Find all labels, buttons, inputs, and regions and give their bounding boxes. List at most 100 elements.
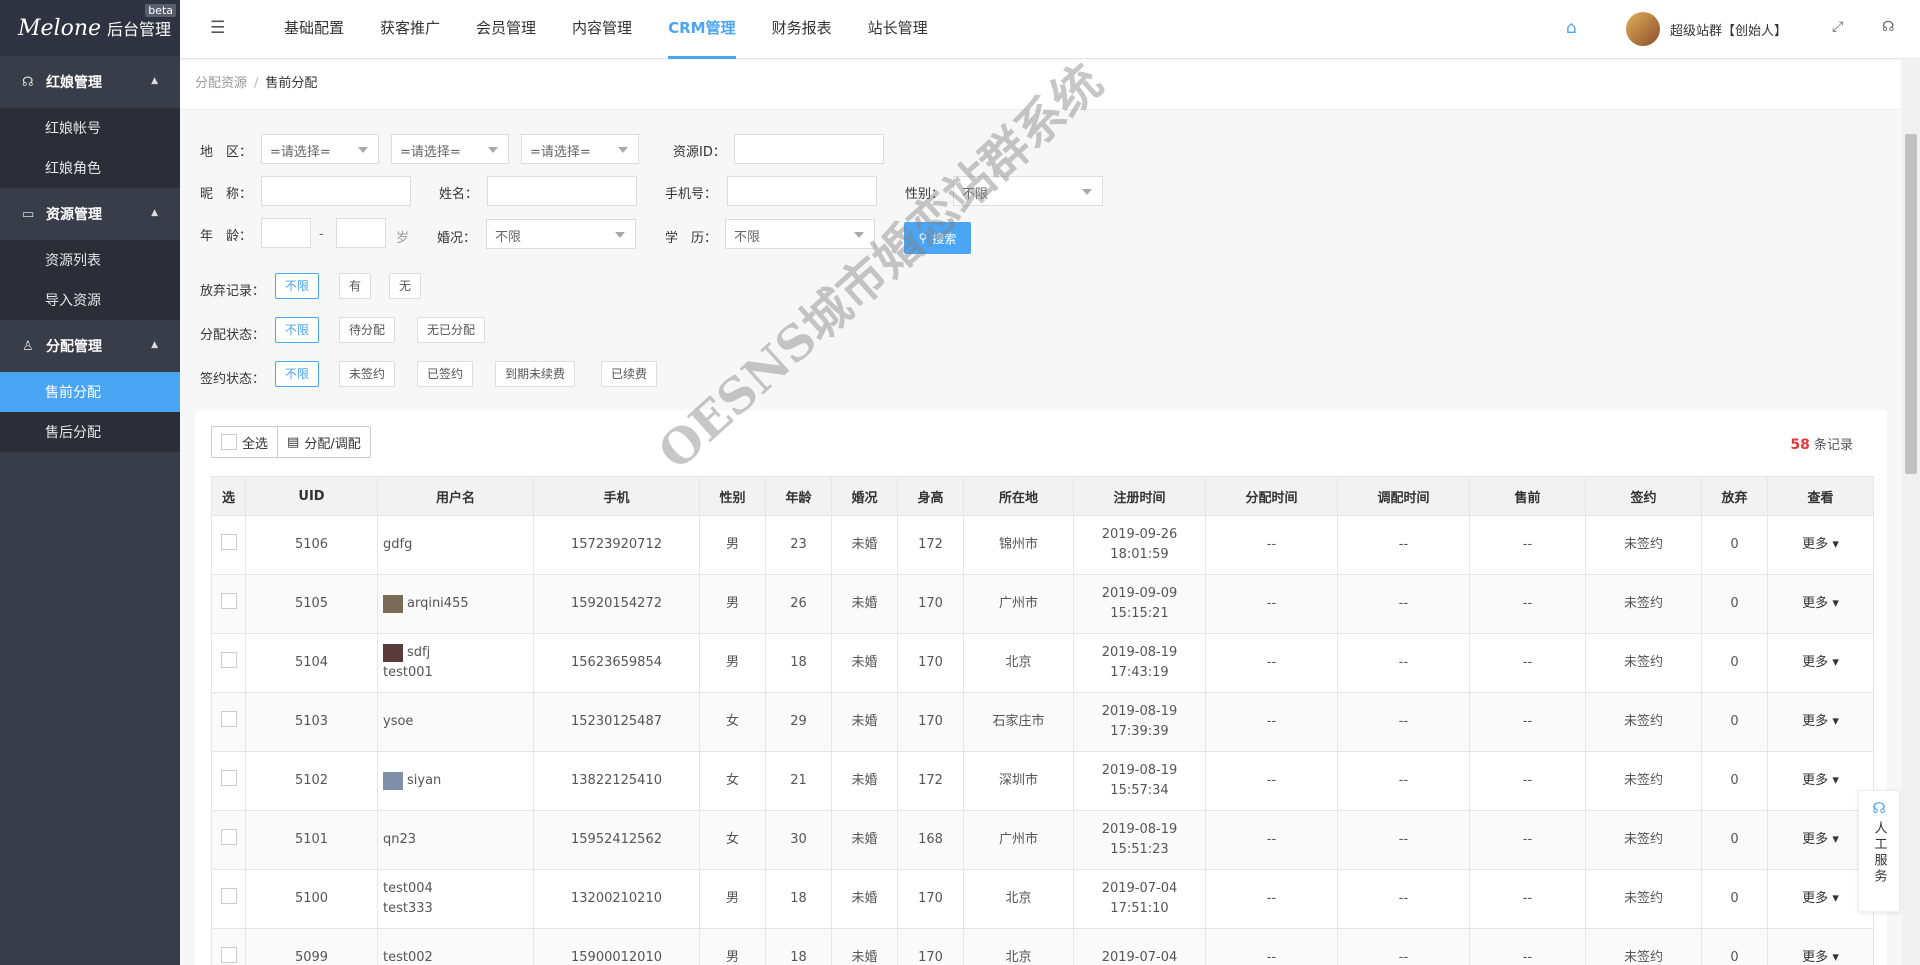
headset-icon[interactable]: ☊ [1882,19,1894,35]
row-select[interactable] [212,575,246,634]
nav-tab[interactable]: 会员管理 [458,0,554,59]
sign-status-option[interactable]: 已续费 [601,361,657,387]
table-row[interactable]: 5103 ysoe 15230125487 女 29 未婚 170 石家庄市 2… [212,693,1874,752]
marital-label: 婚况： [437,227,476,246]
gender-select[interactable]: 不限 [953,176,1103,206]
marital-select[interactable]: 不限 [486,219,636,249]
more-label: 更多 [1802,714,1828,729]
row-select[interactable] [212,752,246,811]
city-select[interactable]: =请选择= [391,134,509,164]
sidebar-group[interactable]: ☊红娘管理▲ [0,56,180,108]
more-dropdown[interactable]: 更多 ▾ [1802,832,1839,847]
province-select[interactable]: =请选择= [261,134,379,164]
register-date: 2019-09-09 [1102,586,1178,601]
cell-view[interactable]: 更多 ▾ [1768,516,1874,575]
sign-status-option[interactable]: 未签约 [339,361,395,387]
scrollbar-thumb[interactable] [1905,134,1917,474]
table-row[interactable]: 5101 qn23 15952412562 女 30 未婚 168 广州市 20… [212,811,1874,870]
cell-abandon: 0 [1702,575,1768,634]
row-checkbox[interactable] [221,770,237,786]
customer-service-widget[interactable]: ☊ 人工服务 [1858,790,1900,912]
table-row[interactable]: 5105 arqini455 15920154272 男 26 未婚 170 广… [212,575,1874,634]
nav-tab[interactable]: CRM管理 [650,0,754,59]
row-checkbox[interactable] [221,829,237,845]
cell-view[interactable]: 更多 ▾ [1768,929,1874,965]
user-name[interactable]: 超级站群【创始人】 [1670,20,1787,39]
nav-tab[interactable]: 获客推广 [362,0,458,59]
breadcrumb: 分配资源/售前分配 [180,60,1900,110]
more-dropdown[interactable]: 更多 ▾ [1802,596,1839,611]
resource-id-input[interactable] [734,134,884,164]
nav-tab[interactable]: 基础配置 [266,0,362,59]
sidebar-group[interactable]: ▭资源管理▲ [0,188,180,240]
sidebar-item[interactable]: 红娘角色 [0,148,180,188]
nickname-input[interactable] [261,176,411,206]
sidebar-item[interactable]: 售前分配 [0,372,180,412]
nav-tab[interactable]: 站长管理 [850,0,946,59]
scrollbar[interactable] [1902,59,1920,965]
cell-view[interactable]: 更多 ▾ [1768,693,1874,752]
select-all-checkbox[interactable] [221,434,237,450]
row-checkbox[interactable] [221,652,237,668]
more-dropdown[interactable]: 更多 ▾ [1802,891,1839,906]
nav-tab[interactable]: 内容管理 [554,0,650,59]
row-select[interactable] [212,870,246,929]
cell-view[interactable]: 更多 ▾ [1768,634,1874,693]
sidebar-item[interactable]: 售后分配 [0,412,180,452]
more-dropdown[interactable]: 更多 ▾ [1802,537,1839,552]
row-checkbox[interactable] [221,947,237,963]
row-select[interactable] [212,516,246,575]
sidebar-item[interactable]: 资源列表 [0,240,180,280]
age-min-input[interactable] [261,218,311,248]
name-input[interactable] [487,176,637,206]
more-dropdown[interactable]: 更多 ▾ [1802,950,1839,965]
menu-toggle-icon[interactable]: ☰ [210,18,225,38]
assign-status-option[interactable]: 无已分配 [417,317,485,343]
assign-status-option[interactable]: 待分配 [339,317,395,343]
home-icon[interactable]: ⌂ [1566,18,1577,38]
cell-view[interactable]: 更多 ▾ [1768,575,1874,634]
select-all-button[interactable]: 全选 [212,427,277,457]
sidebar-item[interactable]: 红娘帐号 [0,108,180,148]
age-max-input[interactable] [336,218,386,248]
row-checkbox[interactable] [221,534,237,550]
sidebar-item[interactable]: 导入资源 [0,280,180,320]
table-header-row: 选UID用户名手机性别年龄婚况身高所在地注册时间分配时间调配时间售前签约放弃查看 [212,477,1874,516]
row-select[interactable] [212,811,246,870]
more-dropdown[interactable]: 更多 ▾ [1802,655,1839,670]
table-row[interactable]: 5106 gdfg 15723920712 男 23 未婚 172 锦州市 20… [212,516,1874,575]
row-checkbox[interactable] [221,711,237,727]
education-select[interactable]: 不限 [725,219,875,249]
cell-presale: -- [1470,693,1586,752]
cell-phone: 15900012010 [534,929,700,965]
fullscreen-icon[interactable]: ⤢ [1832,19,1843,35]
more-dropdown[interactable]: 更多 ▾ [1802,773,1839,788]
logo[interactable]: Melone 后台管理 beta [0,0,180,56]
sign-status-option[interactable]: 不限 [275,361,319,387]
table-row[interactable]: 5099 test002 15900012010 男 18 未婚 170 北京 … [212,929,1874,965]
assign-status-option[interactable]: 不限 [275,317,319,343]
assign-button[interactable]: ▤分配/调配 [277,427,370,457]
abandon-option[interactable]: 不限 [275,273,319,299]
row-select[interactable] [212,634,246,693]
row-checkbox[interactable] [221,593,237,609]
breadcrumb-parent[interactable]: 分配资源 [195,76,247,91]
more-dropdown[interactable]: 更多 ▾ [1802,714,1839,729]
sign-status-option[interactable]: 到期未续费 [495,361,575,387]
table-row[interactable]: 5100 test004test333 13200210210 男 18 未婚 … [212,870,1874,929]
table-row[interactable]: 5102 siyan 13822125410 女 21 未婚 172 深圳市 2… [212,752,1874,811]
abandon-option[interactable]: 无 [389,273,421,299]
phone-input[interactable] [727,176,877,206]
district-select[interactable]: =请选择= [521,134,639,164]
row-select[interactable] [212,929,246,965]
sign-status-option[interactable]: 已签约 [417,361,473,387]
row-select[interactable] [212,693,246,752]
table-row[interactable]: 5104 sdfjtest001 15623659854 男 18 未婚 170… [212,634,1874,693]
row-checkbox[interactable] [221,888,237,904]
nav-tab[interactable]: 财务报表 [754,0,850,59]
sidebar-group[interactable]: ♙分配管理▲ [0,320,180,372]
column-header: 用户名 [378,477,534,516]
search-button[interactable]: ⚲搜索 [904,222,971,254]
avatar[interactable] [1626,12,1660,46]
abandon-option[interactable]: 有 [339,273,371,299]
